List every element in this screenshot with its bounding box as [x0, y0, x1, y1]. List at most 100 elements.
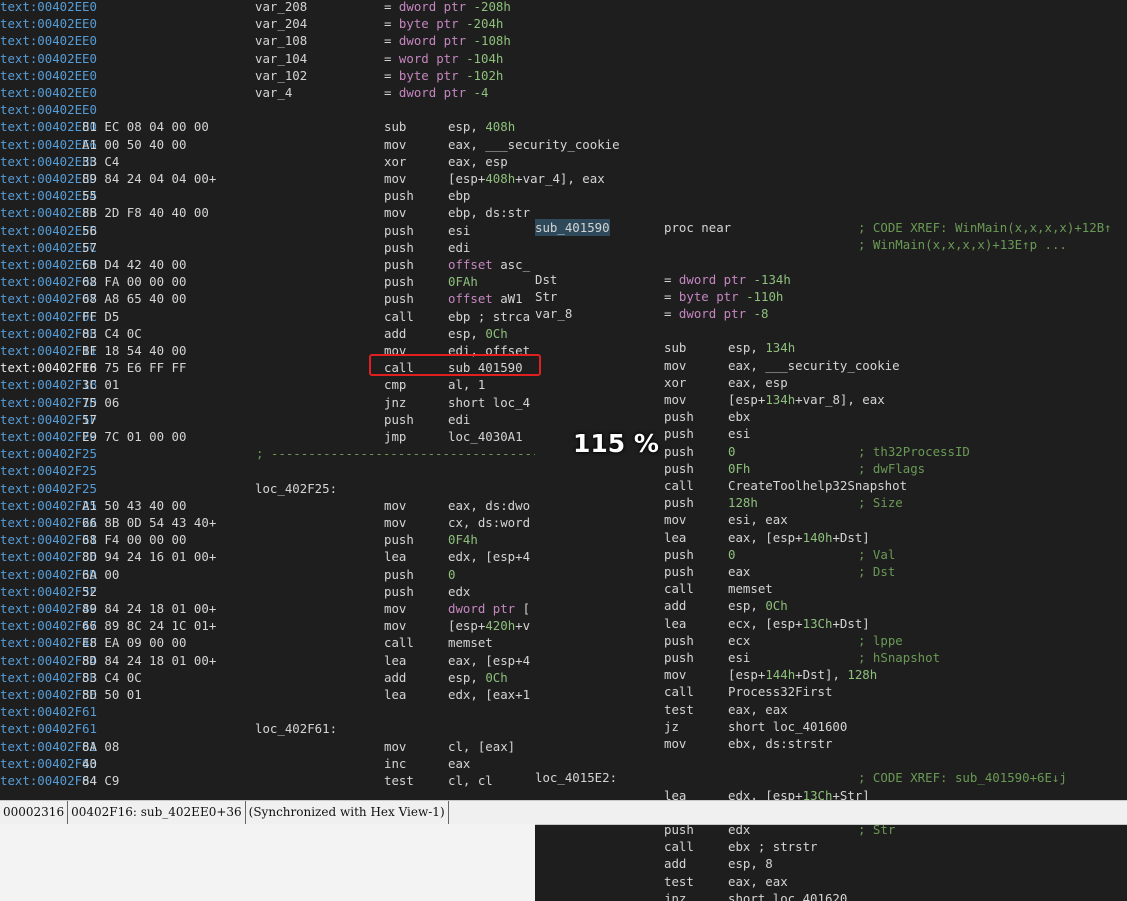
instruction-mnemonic: push	[664, 546, 694, 562]
instruction-mnemonic: call	[384, 308, 414, 324]
disasm-line[interactable]: text:00402EE0 var_208 = dword ptr -208h	[0, 0, 1127, 15]
code-label[interactable]: var_204	[255, 15, 307, 32]
preview-line: ; WinMain(x,x,x,x)+13E↑p ...	[535, 236, 1127, 253]
opcode-bytes: 8D 84 24 18 01 00+	[82, 652, 217, 668]
instruction-operand[interactable]: cl, cl	[448, 772, 493, 789]
instruction-operand[interactable]: ebp, ds:str	[448, 204, 530, 221]
instruction-operand[interactable]: esi	[448, 222, 470, 239]
instruction-operand[interactable]: esp, 0Ch	[448, 325, 508, 342]
preview-line: push eax ; Dst	[535, 563, 1127, 580]
instruction-mnemonic: proc near	[664, 220, 732, 235]
instruction-operand: eax, esp	[728, 374, 788, 390]
disasm-line[interactable]: text:00402EEB 33 C4 xor eax, esp	[0, 153, 1127, 170]
preview-line: mov [esp+144h+Dst], 128h	[535, 666, 1127, 683]
instruction-mnemonic: call	[664, 581, 694, 597]
instruction-mnemonic: lea	[664, 615, 687, 631]
instruction-mnemonic: push	[664, 409, 694, 425]
instruction-operand[interactable]: esp, 408h	[448, 118, 515, 135]
disasm-line[interactable]: text:00402EE0 var_204 = byte ptr -204h	[0, 15, 1127, 32]
preview-line: jz short loc_401600	[535, 718, 1127, 735]
instruction-operand[interactable]: eax	[448, 755, 470, 772]
opcode-bytes: 66 8B 0D 54 43 40+	[82, 515, 217, 530]
preview-line: Str = byte ptr -110h	[535, 288, 1127, 305]
instruction-operand[interactable]: cx, ds:word	[448, 514, 530, 531]
instruction-operand[interactable]: esp, 0Ch	[448, 669, 508, 686]
instruction-operand: 0	[728, 443, 736, 459]
instruction-mnemonic: mov	[664, 736, 687, 751]
instruction-operand[interactable]: edx, [esp+4	[448, 548, 530, 565]
instruction-operand[interactable]: 0F4h	[448, 531, 478, 548]
instruction-operand[interactable]: edx, [eax+1	[448, 686, 530, 703]
preview-line: xor eax, esp	[535, 374, 1127, 391]
opcode-bytes: E8 75 E6 FF FF	[82, 360, 187, 376]
code-label[interactable]: loc_402F61:	[255, 720, 337, 737]
opcode-bytes: 68 F4 00 00 00	[82, 532, 187, 548]
instruction-operand[interactable]: [esp+408h+var_4], eax	[448, 170, 605, 187]
code-label[interactable]: var_4	[255, 84, 292, 101]
code-label[interactable]: var_104	[255, 50, 307, 67]
instruction-operand[interactable]: eax, [esp+4	[448, 652, 530, 669]
instruction-operand[interactable]: edi	[448, 239, 470, 256]
opcode-bytes: 33 C4	[82, 153, 120, 169]
instruction-operand[interactable]: [esp+420h+v	[448, 617, 530, 634]
instruction-operand[interactable]: short loc_4	[448, 394, 530, 411]
instruction-operand: eax, eax	[728, 873, 788, 889]
line-address: text:00402EE0	[0, 0, 97, 14]
instruction-mnemonic: xor	[384, 153, 407, 169]
instruction-operand[interactable]: ebp	[448, 187, 470, 204]
instruction-mnemonic: mov	[384, 601, 407, 616]
instruction-operand[interactable]: memset	[448, 634, 493, 651]
instruction-operand[interactable]: 0FAh	[448, 273, 478, 290]
instruction-operand: CreateToolhelp32Snapshot	[728, 478, 908, 493]
instruction-operand: eax, ___security_cookie	[728, 357, 900, 373]
instruction-operand[interactable]: loc_4030A1	[448, 428, 523, 445]
opcode-bytes: 81 EC 08 04 00 00	[82, 119, 209, 135]
disasm-line[interactable]: text:00402EE6 A1 00 50 40 00 mov eax, ___se…	[0, 136, 1127, 153]
preview-line: push ecx ; lppe	[535, 632, 1127, 649]
instruction-mnemonic: call	[664, 478, 694, 493]
instruction-operand[interactable]: offset asc_	[448, 256, 530, 273]
instruction-operand[interactable]: 0	[448, 566, 455, 583]
instruction-operand[interactable]: edi	[448, 411, 470, 428]
instruction-operand[interactable]: cl, [eax]	[448, 738, 515, 755]
opcode-bytes: 66 89 8C 24 1C 01+	[82, 618, 217, 634]
disasm-line[interactable]: text:00402EE0 var_104 = word ptr -104h	[0, 50, 1127, 67]
instruction-operand: ecx	[728, 632, 751, 648]
comment: ; th32ProcessID	[858, 443, 970, 459]
disasm-line[interactable]: text:00402EE0 var_102 = byte ptr -102h	[0, 67, 1127, 84]
line-address: text:00402F25	[0, 480, 97, 496]
variable-definition: = byte ptr -102h	[384, 67, 504, 83]
function-preview-popup: sub_401590 proc near ; CODE XREF: WinMain(…	[535, 201, 1127, 901]
opcode-bytes: 8D 94 24 16 01 00+	[82, 549, 217, 565]
instruction-mnemonic: push	[664, 564, 694, 579]
disasm-line[interactable]: text:00402EE0 var_4 = dword ptr -4	[0, 84, 1127, 101]
disasm-line[interactable]: text:00402EE0 81 EC 08 04 00 00 sub esp, 40…	[0, 118, 1127, 135]
opcode-bytes: 56	[82, 222, 97, 238]
instruction-operand[interactable]: dword ptr [	[448, 600, 530, 617]
instruction-operand[interactable]: offset aW1	[448, 290, 523, 307]
code-label[interactable]: var_108	[255, 32, 307, 49]
instruction-operand[interactable]: eax, ds:dwo	[448, 497, 530, 514]
variable-definition: = dword ptr -108h	[384, 33, 511, 49]
instruction-mnemonic: lea	[664, 529, 687, 545]
opcode-bytes: 84 C9	[82, 773, 120, 788]
disasm-line[interactable]: text:00402EED 89 84 24 04 04 00+ mov [esp+4…	[0, 170, 1127, 187]
instruction-mnemonic: push	[384, 291, 414, 307]
instruction-operand[interactable]: edx	[448, 583, 470, 600]
instruction-mnemonic: add	[664, 598, 687, 614]
comment: ; hSnapshot	[858, 650, 941, 665]
instruction-mnemonic: push	[664, 650, 694, 665]
instruction-operand[interactable]: eax, esp	[448, 153, 508, 170]
instruction-operand[interactable]: al, 1	[448, 376, 485, 393]
variable-definition: = word ptr -104h	[384, 50, 504, 66]
instruction-operand: esi	[728, 650, 751, 665]
instruction-mnemonic: lea	[384, 687, 407, 702]
code-label[interactable]: var_208	[255, 0, 307, 15]
code-label[interactable]: loc_402F25:	[255, 480, 337, 497]
disasm-line[interactable]: text:00402EE0	[0, 101, 1127, 118]
disasm-line[interactable]: text:00402EE0 var_108 = dword ptr -108h	[0, 32, 1127, 49]
instruction-operand[interactable]: eax, ___security_cookie	[448, 136, 620, 153]
code-label[interactable]: var_102	[255, 67, 307, 84]
instruction-operand[interactable]: ebp ; strca	[448, 308, 530, 325]
preview-line: jnz short loc_401620	[535, 890, 1127, 901]
